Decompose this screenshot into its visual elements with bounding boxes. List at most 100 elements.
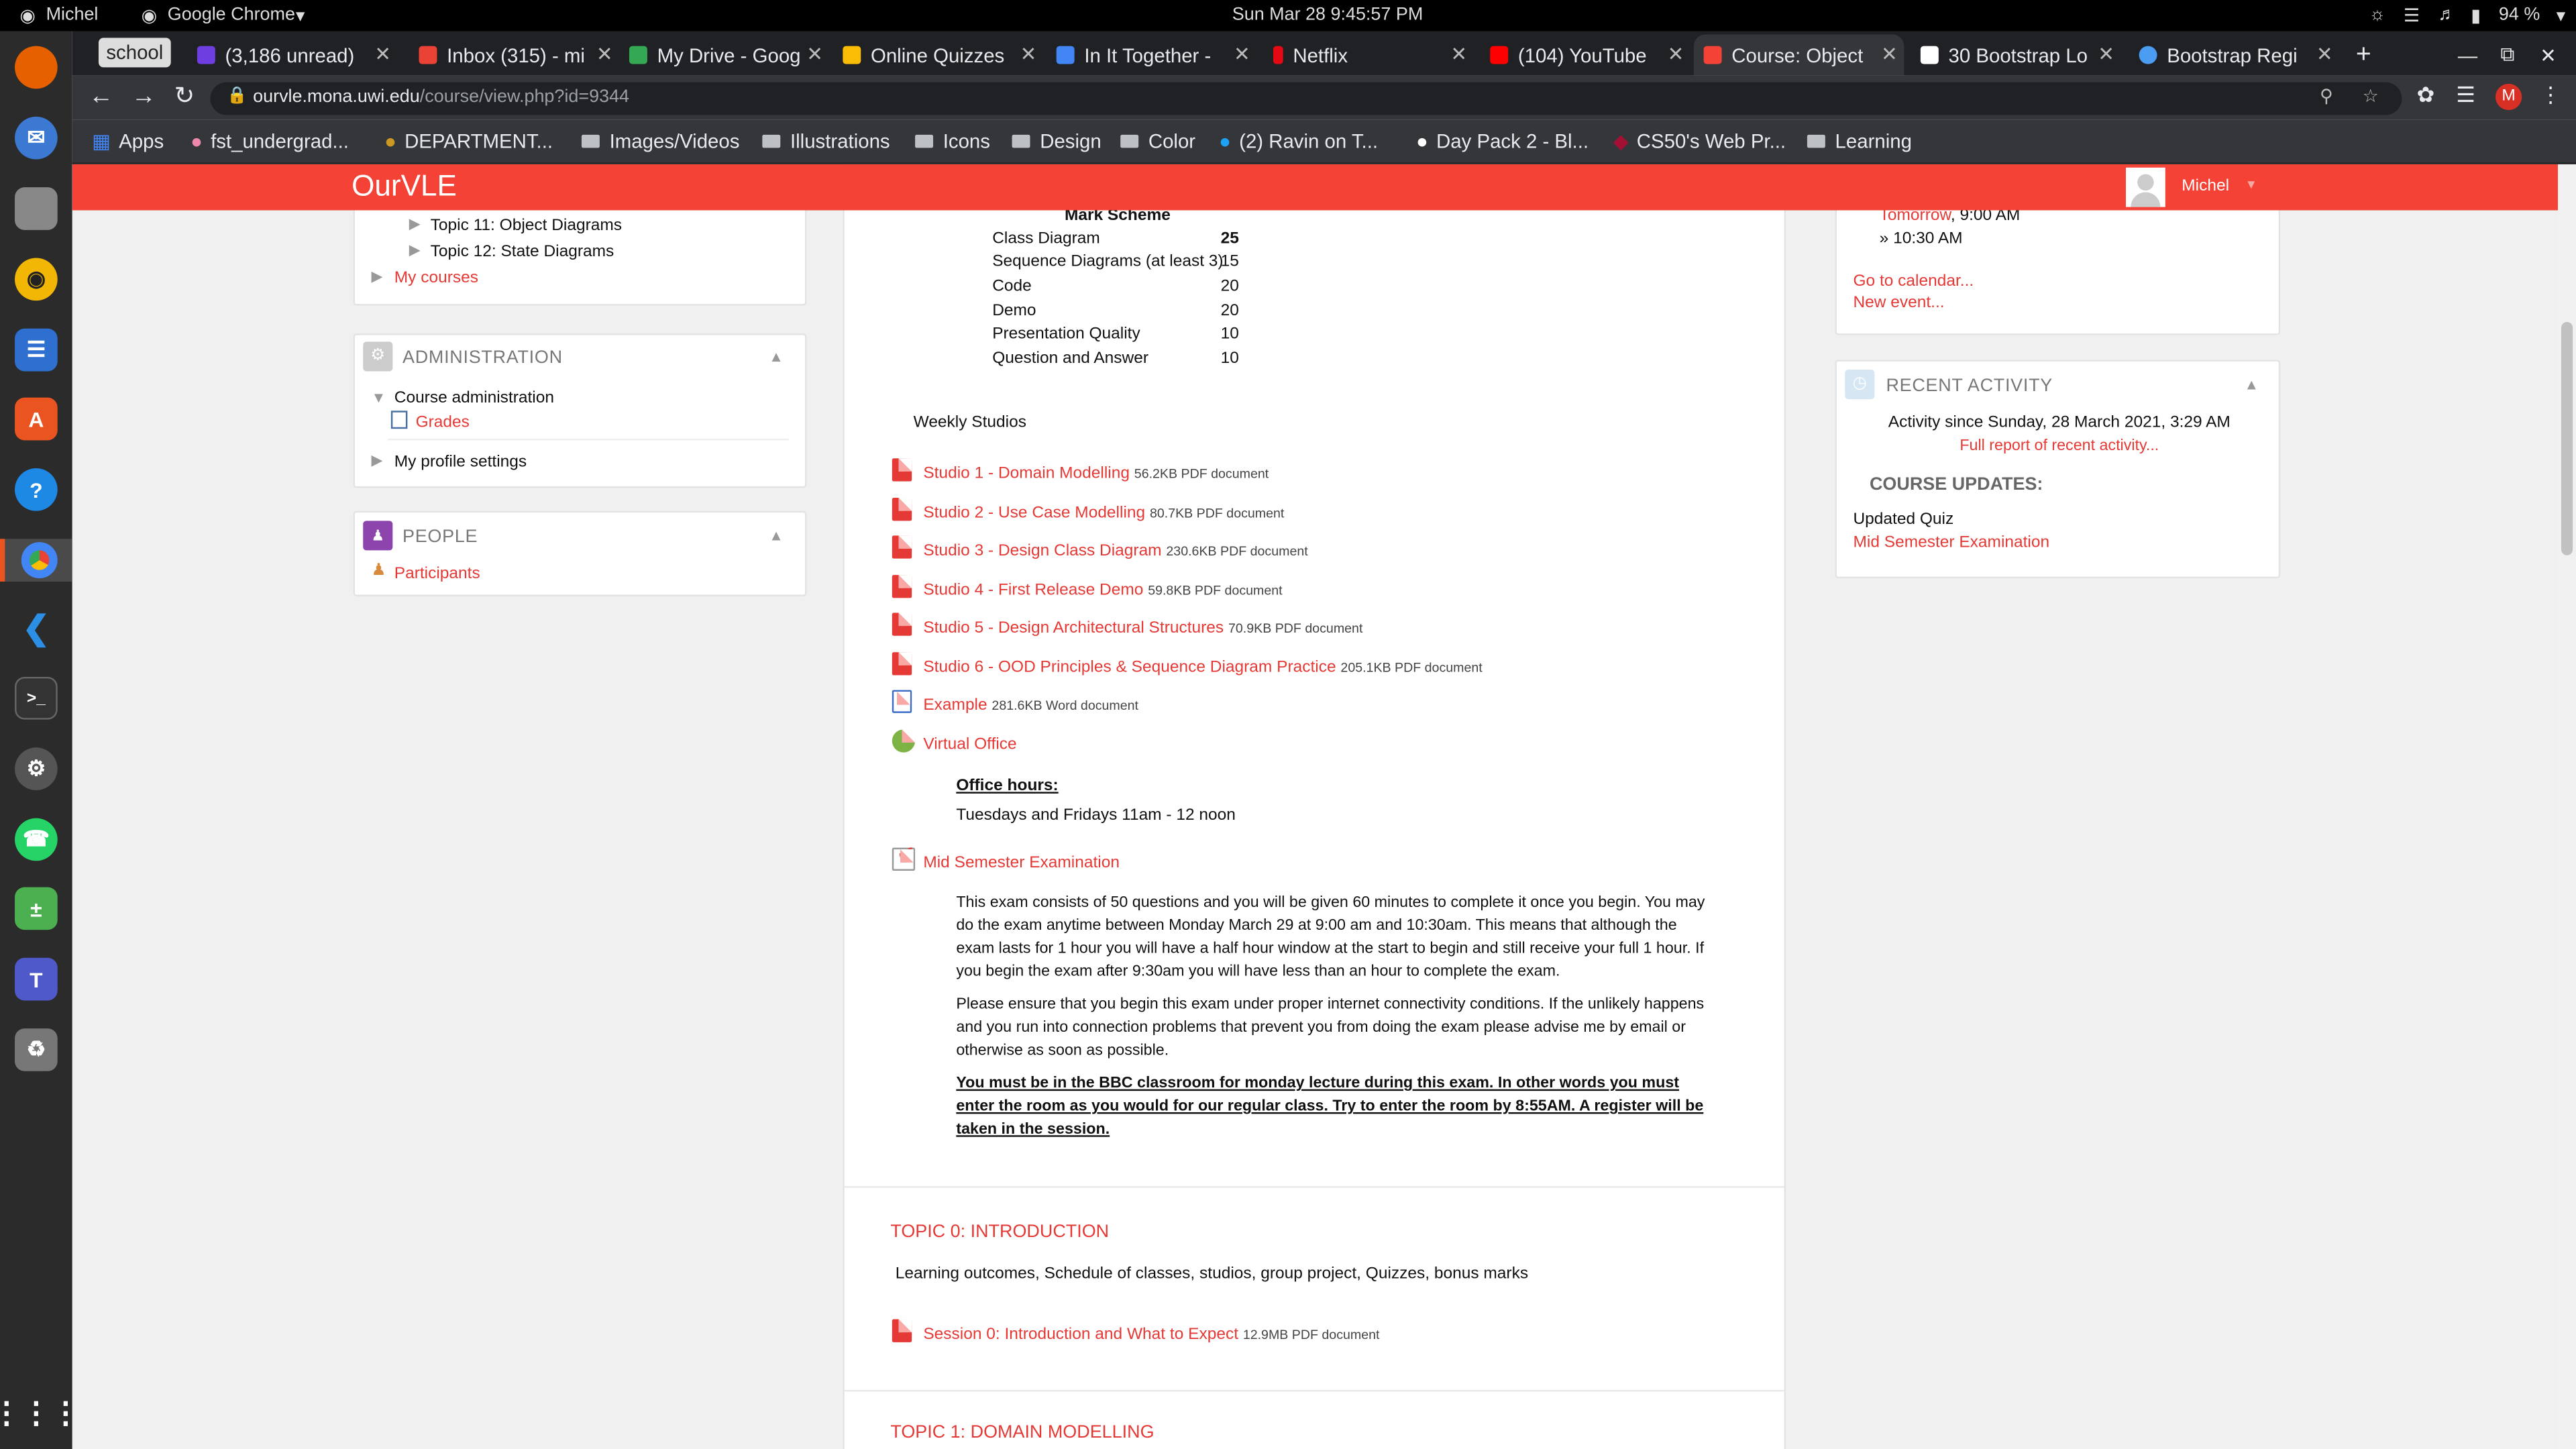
resource-studio-6[interactable]: Studio 6 - OOD Principles & Sequence Dia… — [892, 652, 1483, 677]
bookmark-day-pack[interactable]: ● Day Pack 2 - Bl... — [1416, 129, 1589, 152]
bookmark-folder-design[interactable]: Design — [1012, 129, 1102, 153]
bookmark-folder-icons[interactable]: Icons — [915, 129, 990, 153]
course-administration[interactable]: Course administration — [394, 389, 554, 407]
expand-icon[interactable]: ▶ — [371, 451, 382, 470]
avatar[interactable] — [2126, 167, 2165, 207]
bookmark-apps[interactable]: ▦ Apps — [92, 129, 164, 152]
resource-session-0[interactable]: Session 0: Introduction and What to Expe… — [892, 1319, 1379, 1344]
chevron-down-icon[interactable]: ▾ — [2247, 176, 2255, 194]
collapse-icon[interactable]: ▲ — [769, 527, 784, 543]
media-icon[interactable]: ☰ — [2456, 82, 2475, 108]
menu-icon[interactable]: ⋮ — [2540, 82, 2561, 108]
collapse-icon[interactable]: ▲ — [769, 348, 784, 364]
tab-bootstrap-lo[interactable]: 30 Bootstrap Lo ✕ — [1911, 34, 2121, 75]
resource-studio-2[interactable]: Studio 2 - Use Case Modelling 80.7KB PDF… — [892, 498, 1284, 523]
url-bar[interactable]: 🔒 ourvle.mona.uwi.edu/course/view.php?id… — [210, 82, 2402, 115]
expand-icon[interactable]: ▶ — [409, 241, 421, 260]
clock[interactable]: Sun Mar 28 9:45:57 PM — [1232, 5, 1424, 24]
extensions-icon[interactable]: ✿ — [2416, 82, 2434, 108]
tab-in-it-together[interactable]: In It Together - ✕ — [1046, 34, 1256, 75]
music-icon[interactable]: ◉ — [15, 258, 58, 301]
new-tab-button[interactable]: + — [2356, 34, 2389, 75]
teams-icon[interactable]: T — [15, 957, 58, 1001]
topic-0-title[interactable]: TOPIC 0: INTRODUCTION — [890, 1222, 1109, 1242]
virtual-office-link[interactable]: Virtual Office — [892, 729, 1017, 754]
resource-studio-1[interactable]: Studio 1 - Domain Modelling 56.2KB PDF d… — [892, 458, 1269, 483]
expand-icon[interactable]: ▶ — [409, 215, 421, 233]
bookmark-folder-images[interactable]: Images/Videos — [581, 129, 739, 153]
calculator-icon[interactable]: ± — [15, 887, 58, 930]
bookmark-cs50[interactable]: ◆ CS50's Web Pr... — [1613, 129, 1786, 152]
forward-icon[interactable]: → — [131, 82, 156, 110]
software-icon[interactable]: A — [15, 397, 58, 441]
collapse-icon[interactable]: ▲ — [2244, 376, 2259, 392]
close-icon[interactable]: ✕ — [2316, 43, 2333, 66]
collapse-tree-icon[interactable]: ▼ — [371, 389, 386, 405]
scrollbar-thumb[interactable] — [2561, 322, 2573, 555]
close-window-icon[interactable]: ✕ — [2540, 34, 2563, 75]
mid-semester-exam-link[interactable]: ✔ Mid Semester Examination — [892, 841, 1120, 872]
system-user[interactable]: Michel — [46, 5, 99, 24]
wifi-icon[interactable]: ☰ — [2404, 5, 2420, 26]
resource-studio-5[interactable]: Studio 5 - Design Architectural Structur… — [892, 612, 1362, 637]
updated-quiz-link[interactable]: Mid Semester Examination — [1853, 534, 2049, 552]
bookmark-fst[interactable]: ● fst_undergrad... — [191, 129, 349, 152]
tab-course-object[interactable]: Course: Object ✕ — [1693, 34, 1904, 76]
settings-icon[interactable]: ⚙ — [15, 747, 58, 790]
nav-topic-12[interactable]: Topic 12: State Diagrams — [431, 243, 614, 261]
bookmark-folder-learning[interactable]: Learning — [1807, 129, 1912, 153]
tab-unread[interactable]: (3,186 unread) ✕ — [187, 34, 397, 75]
tab-netflix[interactable]: Netflix ✕ — [1263, 34, 1473, 75]
participants-link[interactable]: Participants — [394, 565, 480, 583]
close-icon[interactable]: ✕ — [1881, 43, 1898, 66]
brightness-icon[interactable]: ☼ — [2369, 5, 2385, 24]
close-icon[interactable]: ✕ — [1668, 43, 1684, 66]
volume-icon[interactable]: ♬ — [2438, 5, 2456, 24]
topic-1-title[interactable]: TOPIC 1: DOMAIN MODELLING — [890, 1423, 1154, 1442]
power-icon[interactable]: ▾ — [2557, 5, 2566, 26]
restore-icon[interactable]: ⧉ — [2500, 34, 2523, 75]
expand-icon[interactable]: ▶ — [371, 268, 382, 286]
close-icon[interactable]: ✕ — [2098, 43, 2114, 66]
back-icon[interactable]: ← — [89, 82, 113, 110]
tab-group-school[interactable]: school — [98, 38, 171, 68]
close-icon[interactable]: ✕ — [596, 43, 613, 66]
bookmark-star-icon[interactable]: ☆ — [2363, 85, 2379, 107]
bookmark-folder-illustrations[interactable]: Illustrations — [762, 129, 890, 153]
nav-topic-11[interactable]: Topic 11: Object Diagrams — [431, 217, 622, 235]
writer-icon[interactable]: ☰ — [15, 328, 58, 372]
tab-online-quizzes[interactable]: Online Quizzes ✕ — [833, 34, 1043, 75]
mail-icon[interactable]: ✉ — [15, 116, 58, 160]
bookmark-folder-color[interactable]: Color — [1120, 129, 1195, 153]
active-app[interactable]: Google Chrome — [168, 5, 295, 24]
profile-avatar[interactable]: M — [2496, 83, 2522, 111]
whatsapp-icon[interactable]: ☎ — [15, 818, 58, 861]
minimize-icon[interactable]: — — [2458, 34, 2481, 75]
my-courses-link[interactable]: My courses — [394, 270, 478, 288]
files-icon[interactable] — [15, 187, 58, 230]
tab-inbox[interactable]: Inbox (315) - mi ✕ — [409, 34, 619, 75]
site-brand[interactable]: OurVLE — [352, 169, 457, 203]
zoom-icon[interactable]: ⚲ — [2320, 85, 2333, 107]
app-grid-icon[interactable]: ⋮⋮⋮ — [0, 1391, 80, 1434]
vscode-icon[interactable]: ❮ — [15, 606, 58, 649]
help-icon[interactable]: ? — [15, 468, 58, 511]
resource-example[interactable]: Example 281.6KB Word document — [892, 690, 1138, 714]
tab-bootstrap-regi[interactable]: Bootstrap Regi ✕ — [2129, 34, 2339, 75]
grades-link[interactable]: Grades — [416, 414, 470, 432]
new-event-link[interactable]: New event... — [1853, 294, 1944, 312]
close-icon[interactable]: ✕ — [1020, 43, 1037, 66]
close-icon[interactable]: ✕ — [374, 43, 391, 66]
profile-settings[interactable]: My profile settings — [394, 453, 527, 472]
close-icon[interactable]: ✕ — [1234, 43, 1250, 66]
tab-youtube[interactable]: (104) YouTube ✕ — [1481, 34, 1690, 75]
trash-icon[interactable]: ♻ — [15, 1028, 58, 1071]
resource-studio-3[interactable]: Studio 3 - Design Class Diagram 230.6KB … — [892, 535, 1308, 560]
resource-studio-4[interactable]: Studio 4 - First Release Demo 59.8KB PDF… — [892, 575, 1283, 600]
full-report-link[interactable]: Full report of recent activity... — [1837, 437, 2282, 455]
header-user-name[interactable]: Michel — [2182, 177, 2229, 195]
battery-icon[interactable]: ▮ — [2471, 5, 2481, 26]
calendar-link[interactable]: Go to calendar... — [1853, 273, 1974, 291]
bookmark-department[interactable]: ● DEPARTMENT... — [384, 129, 553, 152]
tab-my-drive[interactable]: My Drive - Goog ✕ — [619, 34, 829, 75]
